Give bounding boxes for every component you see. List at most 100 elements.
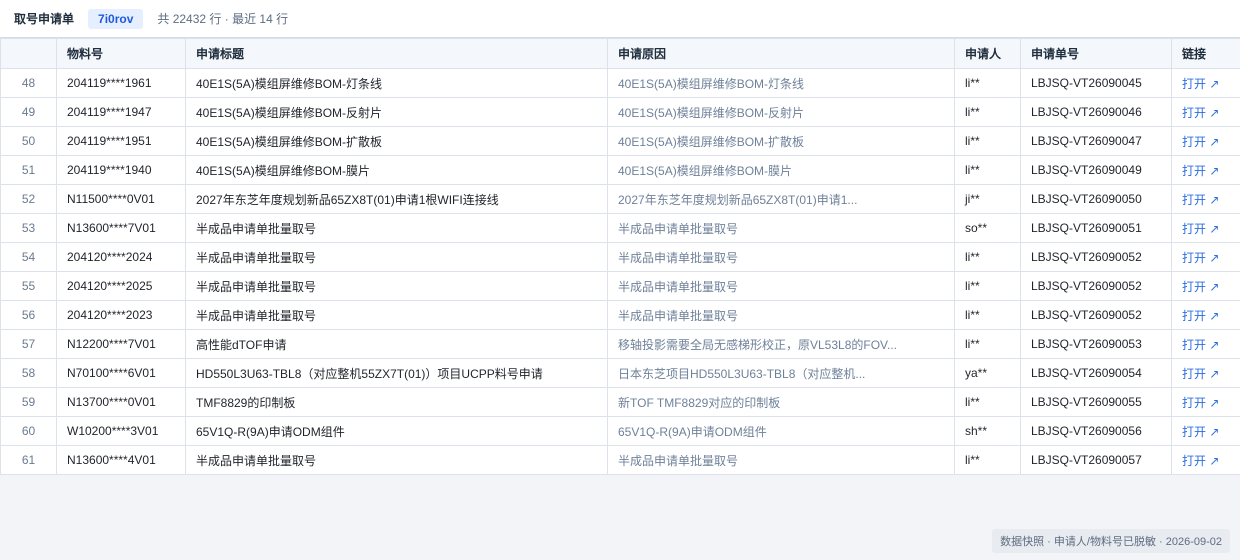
open-link[interactable]: 打开 ↗	[1171, 271, 1240, 301]
applicant: li**	[954, 68, 1021, 98]
request-number: LBJSQ-VT26090050	[1020, 184, 1172, 214]
request-title: 65V1Q-R(9A)申请ODM组件	[185, 416, 608, 446]
applicant: ya**	[954, 358, 1021, 388]
column-header-applicant[interactable]: 申请人	[954, 38, 1021, 69]
request-reason: 40E1S(5A)模组屏维修BOM-膜片	[607, 155, 955, 185]
table-row[interactable]: 60 W10200****3V01 65V1Q-R(9A)申请ODM组件 65V1Q-…	[0, 416, 1240, 446]
table-row[interactable]: 53 N13600****7V01 半成品申请单批量取号 半成品申请单批量取号 so**…	[0, 213, 1240, 243]
request-title: 2027年东芝年度规划新品65ZX8T(01)申请1根WIFI连接线	[185, 184, 608, 214]
request-title: 40E1S(5A)模组屏维修BOM-灯条线	[185, 68, 608, 98]
table-row[interactable]: 61 N13600****4V01 半成品申请单批量取号 半成品申请单批量取号 li**…	[0, 445, 1240, 475]
column-header-material[interactable]: 物料号	[56, 38, 186, 69]
request-reason: 2027年东芝年度规划新品65ZX8T(01)申请1...	[607, 184, 955, 214]
table-row[interactable]: 50 204119****1951 40E1S(5A)模组屏维修BOM-扩散板 40E…	[0, 126, 1240, 156]
top-bar: 取号申请单 7i0rov 共 22432 行 · 最近 14 行	[0, 0, 1240, 38]
applicant: so**	[954, 213, 1021, 243]
material-number: N12200****7V01	[56, 329, 186, 359]
open-link[interactable]: 打开 ↗	[1171, 387, 1240, 417]
request-number: LBJSQ-VT26090056	[1020, 416, 1172, 446]
open-link[interactable]: 打开 ↗	[1171, 155, 1240, 185]
open-link[interactable]: 打开 ↗	[1171, 97, 1240, 127]
request-title: 40E1S(5A)模组屏维修BOM-反射片	[185, 97, 608, 127]
material-number: 204120****2024	[56, 242, 186, 272]
request-title: HD550L3U63-TBL8（对应整机55ZX7T(01)）项目UCPP料号申…	[185, 358, 608, 388]
open-link[interactable]: 打开 ↗	[1171, 242, 1240, 272]
request-number: LBJSQ-VT26090055	[1020, 387, 1172, 417]
open-link[interactable]: 打开 ↗	[1171, 416, 1240, 446]
request-reason: 半成品申请单批量取号	[607, 271, 955, 301]
table-row[interactable]: 49 204119****1947 40E1S(5A)模组屏维修BOM-反射片 40E…	[0, 97, 1240, 127]
open-link[interactable]: 打开 ↗	[1171, 184, 1240, 214]
request-reason: 半成品申请单批量取号	[607, 213, 955, 243]
material-number: N13600****4V01	[56, 445, 186, 475]
applicant: li**	[954, 155, 1021, 185]
material-number: N13600****7V01	[56, 213, 186, 243]
material-number: N13700****0V01	[56, 387, 186, 417]
request-title: 40E1S(5A)模组屏维修BOM-膜片	[185, 155, 608, 185]
request-title: 40E1S(5A)模组屏维修BOM-扩散板	[185, 126, 608, 156]
table-body: 48 204119****1961 40E1S(5A)模组屏维修BOM-灯条线 40E…	[0, 68, 1240, 475]
request-number: LBJSQ-VT26090049	[1020, 155, 1172, 185]
open-link[interactable]: 打开 ↗	[1171, 126, 1240, 156]
row-index: 55	[0, 271, 57, 301]
row-count-meta: 共 22432 行 · 最近 14 行	[157, 12, 289, 26]
open-link[interactable]: 打开 ↗	[1171, 445, 1240, 475]
table-row[interactable]: 54 204120****2024 半成品申请单批量取号 半成品申请单批量取号 li**…	[0, 242, 1240, 272]
open-link[interactable]: 打开 ↗	[1171, 358, 1240, 388]
applicant: li**	[954, 300, 1021, 330]
request-title: 半成品申请单批量取号	[185, 271, 608, 301]
row-index: 52	[0, 184, 57, 214]
column-header-title[interactable]: 申请标题	[185, 38, 608, 69]
table-header-row: 物料号 申请标题 申请原因 申请人 申请单号 链接	[0, 38, 1240, 69]
table-row[interactable]: 52 N11500****0V01 2027年东芝年度规划新品65ZX8T(01)申…	[0, 184, 1240, 214]
open-link[interactable]: 打开 ↗	[1171, 329, 1240, 359]
request-number: LBJSQ-VT26090045	[1020, 68, 1172, 98]
request-reason: 移轴投影需要全局无感梯形校正，原VL53L8的FOV...	[607, 329, 955, 359]
row-index: 54	[0, 242, 57, 272]
open-link[interactable]: 打开 ↗	[1171, 68, 1240, 98]
table-row[interactable]: 57 N12200****7V01 高性能dTOF申请 移轴投影需要全局无感梯形校正，…	[0, 329, 1240, 359]
row-index: 51	[0, 155, 57, 185]
applicant: li**	[954, 329, 1021, 359]
row-index: 58	[0, 358, 57, 388]
request-number: LBJSQ-VT26090051	[1020, 213, 1172, 243]
request-reason: 日本东芝项目HD550L3U63-TBL8（对应整机...	[607, 358, 955, 388]
request-number: LBJSQ-VT26090057	[1020, 445, 1172, 475]
request-number: LBJSQ-VT26090052	[1020, 271, 1172, 301]
column-header-reason[interactable]: 申请原因	[607, 38, 955, 69]
column-header-link[interactable]: 链接	[1171, 38, 1240, 69]
request-reason: 半成品申请单批量取号	[607, 300, 955, 330]
table-row[interactable]: 48 204119****1961 40E1S(5A)模组屏维修BOM-灯条线 40E…	[0, 68, 1240, 98]
table-row[interactable]: 51 204119****1940 40E1S(5A)模组屏维修BOM-膜片 40E1…	[0, 155, 1240, 185]
request-title: 半成品申请单批量取号	[185, 213, 608, 243]
request-reason: 半成品申请单批量取号	[607, 242, 955, 272]
applicant: li**	[954, 126, 1021, 156]
material-number: 204119****1940	[56, 155, 186, 185]
request-number: LBJSQ-VT26090052	[1020, 300, 1172, 330]
material-number: W10200****3V01	[56, 416, 186, 446]
column-header-number[interactable]: 申请单号	[1020, 38, 1172, 69]
row-index: 60	[0, 416, 57, 446]
table-row[interactable]: 56 204120****2023 半成品申请单批量取号 半成品申请单批量取号 li**…	[0, 300, 1240, 330]
request-title: 半成品申请单批量取号	[185, 445, 608, 475]
open-link[interactable]: 打开 ↗	[1171, 300, 1240, 330]
open-link[interactable]: 打开 ↗	[1171, 213, 1240, 243]
request-number: LBJSQ-VT26090052	[1020, 242, 1172, 272]
request-reason: 半成品申请单批量取号	[607, 445, 955, 475]
row-index: 50	[0, 126, 57, 156]
row-index: 53	[0, 213, 57, 243]
table-row[interactable]: 58 N70100****6V01 HD550L3U63-TBL8（对应整机55ZX…	[0, 358, 1240, 388]
applicant: sh**	[954, 416, 1021, 446]
table-row[interactable]: 59 N13700****0V01 TMF8829的印制板 新TOF TMF8829对…	[0, 387, 1240, 417]
data-table: 物料号 申请标题 申请原因 申请人 申请单号 链接 48 204119****19…	[0, 38, 1240, 475]
table-row[interactable]: 55 204120****2025 半成品申请单批量取号 半成品申请单批量取号 li**…	[0, 271, 1240, 301]
applicant: li**	[954, 445, 1021, 475]
applicant: li**	[954, 97, 1021, 127]
request-number: LBJSQ-VT26090046	[1020, 97, 1172, 127]
snapshot-note: 数据快照 · 申请人/物料号已脱敏 · 2026-09-02	[992, 529, 1230, 553]
request-title: 高性能dTOF申请	[185, 329, 608, 359]
material-number: N70100****6V01	[56, 358, 186, 388]
request-number: LBJSQ-VT26090053	[1020, 329, 1172, 359]
view-badge[interactable]: 7i0rov	[88, 8, 144, 29]
row-index: 59	[0, 387, 57, 417]
